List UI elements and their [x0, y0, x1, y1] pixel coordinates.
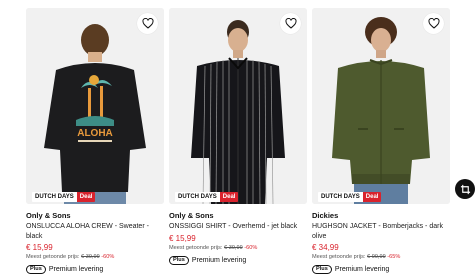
- product-card[interactable]: DUTCH DAYS Deal Dickies HUGHSON JACKET -…: [312, 8, 450, 279]
- lowest-price-value: € 99,99: [367, 254, 386, 260]
- product-image[interactable]: ALOHA DUTCH DAYS Deal: [26, 8, 164, 204]
- product-card[interactable]: ALOHA DUTCH DAYS Deal Only & Sons ONSLUC…: [26, 8, 164, 279]
- plus-badge: Plus: [312, 265, 332, 274]
- print-text: ALOHA: [77, 128, 113, 139]
- wishlist-button[interactable]: [423, 13, 444, 34]
- product-title[interactable]: HUGHSON JACKET - Bomberjacks - dark oliv…: [312, 222, 450, 241]
- lowest-price-label: Meest getoonde prijs:: [169, 244, 223, 251]
- delivery-row: Plus Premium levering: [26, 265, 164, 274]
- product-grid: ALOHA DUTCH DAYS Deal Only & Sons ONSLUC…: [0, 0, 475, 279]
- deal-badge: Deal: [362, 192, 382, 202]
- lowest-price-value: € 39,99: [81, 254, 100, 260]
- badge-group: DUTCH DAYS Deal: [318, 192, 382, 202]
- product-brand: Dickies: [312, 211, 339, 220]
- product-card[interactable]: DUTCH DAYS Deal Only & Sons ONSSIGGI SHI…: [169, 8, 307, 279]
- discount-percent: -60%: [101, 254, 115, 260]
- event-badge: DUTCH DAYS: [175, 192, 220, 202]
- product-brand: Only & Sons: [169, 211, 214, 220]
- product-image[interactable]: DUTCH DAYS Deal: [169, 8, 307, 204]
- delivery-row: Plus Premium levering: [312, 265, 450, 274]
- product-title[interactable]: ONSLUCCA ALOHA CREW - Sweater - black: [26, 222, 164, 241]
- product-info: Only & Sons ONSLUCCA ALOHA CREW - Sweate…: [26, 211, 164, 274]
- lowest-price-line: Meest getoonde prijs: € 39,99 -60%: [169, 245, 307, 252]
- event-badge: DUTCH DAYS: [32, 192, 77, 202]
- event-badge: DUTCH DAYS: [318, 192, 363, 202]
- product-title[interactable]: ONSSIGGI SHIRT - Overhemd - jet black: [169, 222, 307, 232]
- delivery-text: Premium levering: [48, 266, 104, 273]
- crop-icon: [460, 184, 470, 194]
- badge-group: DUTCH DAYS Deal: [32, 192, 96, 202]
- lowest-price-label: Meest getoonde prijs:: [26, 254, 80, 260]
- plus-badge: Plus: [26, 265, 46, 274]
- product-info: Only & Sons ONSSIGGI SHIRT - Overhemd - …: [169, 211, 307, 265]
- product-info: Dickies HUGHSON JACKET - Bomberjacks - d…: [312, 211, 450, 274]
- product-price: € 15,99: [169, 233, 196, 243]
- crop-button[interactable]: [455, 179, 475, 199]
- wishlist-button[interactable]: [137, 13, 158, 34]
- heart-outline-icon: [427, 18, 440, 29]
- lowest-price-value: € 39,99: [224, 244, 243, 251]
- delivery-row: Plus Premium levering: [169, 255, 307, 265]
- product-price: € 34,99: [312, 243, 339, 252]
- delivery-text: Premium levering: [334, 266, 390, 273]
- deal-badge: Deal: [76, 192, 96, 202]
- discount-percent: -65%: [387, 254, 401, 260]
- lowest-price-line: Meest getoonde prijs: € 39,99 -60%: [26, 254, 164, 261]
- plus-badge: Plus: [169, 255, 189, 265]
- wishlist-button[interactable]: [280, 13, 301, 34]
- heart-outline-icon: [284, 18, 297, 29]
- delivery-text: Premium levering: [191, 256, 247, 264]
- product-price: € 15,99: [26, 243, 53, 252]
- deal-badge: Deal: [219, 192, 239, 202]
- heart-outline-icon: [141, 18, 154, 29]
- discount-percent: -60%: [244, 244, 258, 251]
- badge-group: DUTCH DAYS Deal: [175, 192, 239, 202]
- product-brand: Only & Sons: [26, 211, 71, 220]
- lowest-price-line: Meest getoonde prijs: € 99,99 -65%: [312, 254, 450, 261]
- lowest-price-label: Meest getoonde prijs:: [312, 254, 366, 260]
- product-image[interactable]: DUTCH DAYS Deal: [312, 8, 450, 204]
